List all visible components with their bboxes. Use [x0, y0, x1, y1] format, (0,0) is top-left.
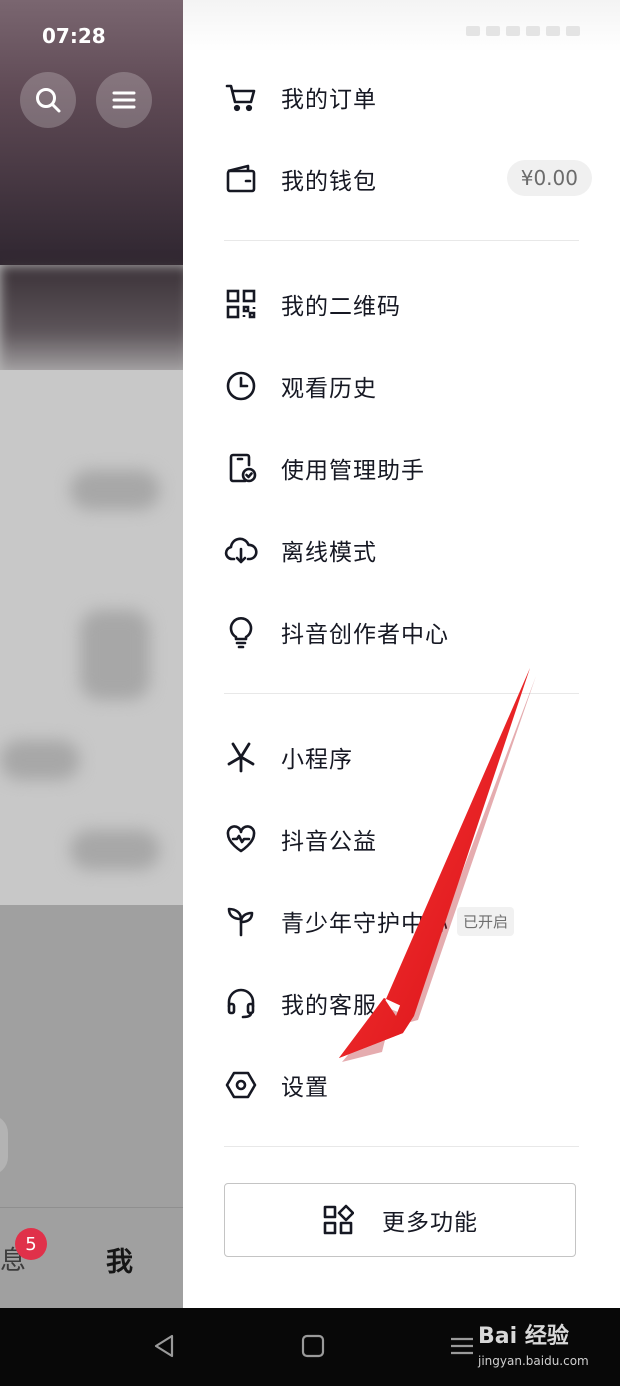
watermark-url: jingyan.baidu.com [478, 1354, 589, 1368]
menu-item-history[interactable]: 观看历史 [223, 356, 593, 416]
grid-icon [323, 1204, 354, 1235]
status-time: 07:28 [42, 24, 106, 48]
menu-item-label: 我的订单 [281, 87, 377, 113]
clock-icon [223, 368, 259, 404]
blurred-block [70, 470, 160, 510]
headset-icon [223, 985, 259, 1021]
menu-item-orders[interactable]: 我的订单 [223, 67, 593, 127]
blurred-block [80, 610, 150, 700]
menu-item-label: 使用管理助手 [281, 458, 425, 484]
side-drawer: 我的订单 我的钱包 ¥0.00 我的二维码 观看历史 使用管理助手 离线模式 抖… [183, 0, 620, 1308]
menu-item-label: 我的二维码 [281, 294, 401, 320]
menu-item-charity[interactable]: 抖音公益 [223, 809, 593, 869]
enabled-tag: 已开启 [457, 906, 515, 936]
tabbar-divider [0, 1207, 183, 1208]
asterisk-icon [223, 739, 259, 775]
menu-item-mini-program[interactable]: 小程序 [223, 727, 593, 787]
wallet-balance: ¥0.00 [506, 160, 592, 196]
menu-item-label: 我的钱包 [281, 169, 377, 195]
menu-item-settings[interactable]: 设置 [223, 1055, 593, 1115]
menu-item-label: 小程序 [281, 747, 353, 773]
search-icon [36, 88, 61, 113]
menu-item-label: 离线模式 [281, 540, 377, 566]
phone-check-icon [223, 450, 259, 486]
menu-item-youth-protection[interactable]: 青少年守护中心 已开启 [223, 891, 593, 951]
menu-item-customer-service[interactable]: 我的客服 [223, 973, 593, 1033]
status-bar [183, 0, 620, 52]
hexagon-settings-icon [223, 1067, 259, 1103]
search-button[interactable] [20, 72, 76, 128]
cloud-download-icon [223, 532, 259, 568]
menu-item-qrcode[interactable]: 我的二维码 [223, 274, 593, 334]
cart-icon [223, 79, 259, 115]
lightbulb-icon [223, 614, 259, 650]
divider [224, 693, 579, 694]
menu-item-label: 我的客服 [281, 993, 377, 1019]
status-icons [466, 26, 580, 36]
hamburger-icon [112, 91, 136, 109]
menu-item-label: 设置 [281, 1075, 329, 1101]
menu-item-label: 青少年守护中心 [281, 911, 449, 937]
menu-item-label: 抖音公益 [281, 829, 377, 855]
background-app: 07:28 息 5 我 [0, 0, 183, 1308]
heart-icon [223, 821, 259, 857]
back-icon[interactable] [150, 1330, 178, 1362]
tab-me[interactable]: 我 [106, 1240, 133, 1279]
qrcode-icon [223, 286, 259, 322]
blurred-block [0, 740, 80, 780]
menu-item-label: 观看历史 [281, 376, 377, 402]
divider [224, 240, 579, 241]
wallet-icon [223, 161, 259, 197]
menu-item-usage-assistant[interactable]: 使用管理助手 [223, 438, 593, 498]
messages-badge: 5 [15, 1228, 47, 1260]
blurred-block [70, 830, 160, 870]
sprout-icon [223, 903, 259, 939]
divider [224, 1146, 579, 1147]
menu-item-creator-center[interactable]: 抖音创作者中心 [223, 602, 593, 662]
menu-item-label: 抖音创作者中心 [281, 622, 449, 648]
menu-item-offline[interactable]: 离线模式 [223, 520, 593, 580]
more-features-button[interactable]: 更多功能 [224, 1183, 576, 1257]
home-icon[interactable] [300, 1330, 326, 1362]
recent-apps-icon[interactable] [448, 1330, 476, 1362]
more-features-label: 更多功能 [382, 1210, 478, 1236]
blurred-banner [0, 265, 183, 375]
watermark-logo: Bai 经验 [478, 1324, 569, 1349]
menu-button[interactable] [96, 72, 152, 128]
